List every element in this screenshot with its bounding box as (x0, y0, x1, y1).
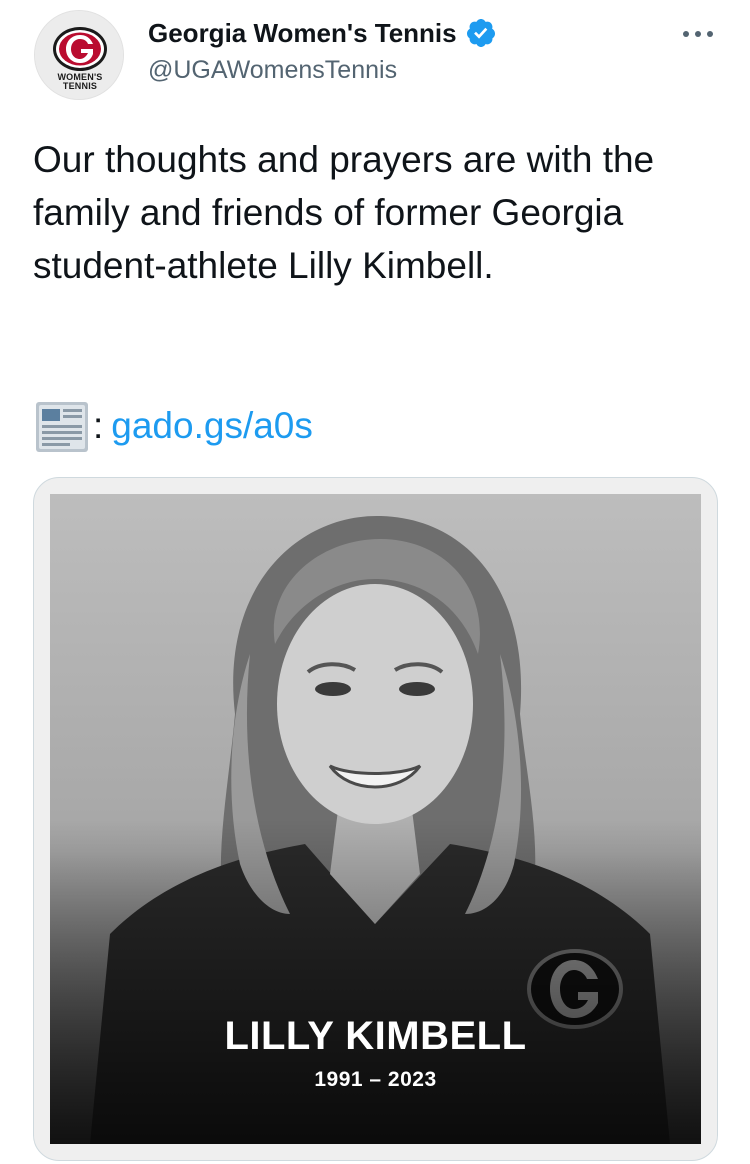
author-handle[interactable]: @UGAWomensTennis (148, 56, 397, 85)
memorial-years: 1991 – 2023 (314, 1068, 437, 1091)
avatar[interactable]: WOMEN'S TENNIS (34, 10, 124, 100)
memorial-name: LILLY KIMBELL (224, 1014, 527, 1058)
tweet-container: WOMEN'S TENNIS Georgia Women's Tennis @U… (0, 0, 750, 1164)
author-name-row: Georgia Women's Tennis (148, 17, 497, 49)
more-options-icon[interactable] (680, 22, 716, 46)
tweet-link-row: : gado.gs/a0s (33, 396, 313, 456)
media-card[interactable]: LILLY KIMBELL 1991 – 2023 (33, 477, 718, 1161)
link-separator: : (93, 405, 104, 446)
memorial-photo[interactable]: LILLY KIMBELL 1991 – 2023 (50, 494, 701, 1144)
tweet-text: Our thoughts and prayers are with the fa… (33, 139, 655, 286)
verified-badge-icon (466, 19, 495, 47)
avatar-caption: WOMEN'S TENNIS (57, 72, 103, 91)
tweet-link[interactable]: gado.gs/a0s (111, 396, 313, 456)
display-name[interactable]: Georgia Women's Tennis (148, 18, 457, 49)
newspaper-emoji-icon (36, 402, 88, 452)
